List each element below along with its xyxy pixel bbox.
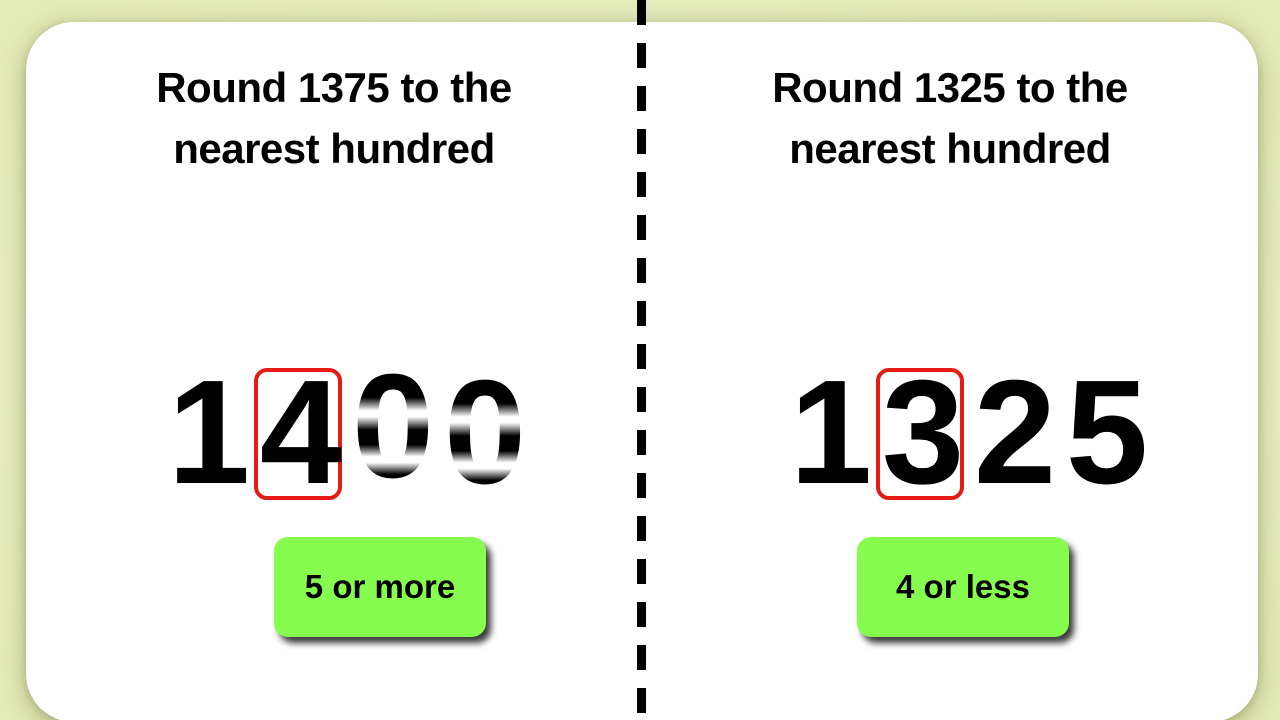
digit-glyph: 2 — [973, 350, 1056, 515]
panel-left-rule-label: 5 or more — [304, 568, 456, 605]
panel-right-rule-label: 4 or less — [896, 568, 1030, 605]
panel-left: Round 1375 to the nearest hundred 1400 5… — [26, 22, 642, 720]
digit-left-3: 0 — [438, 350, 530, 515]
digit-left-2: 0 — [346, 353, 438, 512]
digit-glyph: 0 — [351, 344, 434, 509]
digit-glyph: 4 — [259, 350, 342, 515]
digit-glyph: 1 — [167, 350, 250, 515]
digit-right-0: 1 — [784, 350, 876, 515]
digit-right-3: 5 — [1060, 350, 1152, 515]
digit-left-1-highlighted: 4 — [254, 350, 346, 515]
digit-right-2: 2 — [968, 350, 1060, 515]
digit-glyph: 0 — [443, 350, 526, 515]
panel-left-rule-pill[interactable]: 5 or more — [274, 537, 486, 637]
digit-right-1-highlighted: 3 — [876, 350, 968, 515]
digit-glyph: 5 — [1065, 350, 1148, 515]
panel-right-rule-pill[interactable]: 4 or less — [857, 537, 1069, 637]
panel-left-title: Round 1375 to the nearest hundred — [156, 64, 512, 172]
digit-glyph: 3 — [881, 350, 964, 515]
digit-glyph: 1 — [789, 350, 872, 515]
digit-left-0: 1 — [162, 350, 254, 515]
panel-right: Round 1325 to the nearest hundred 1325 4… — [642, 22, 1258, 720]
panel-right-title: Round 1325 to the nearest hundred — [772, 64, 1128, 172]
panel-left-digit-row: 1400 — [26, 350, 654, 515]
panel-right-digit-row: 1325 — [642, 350, 1276, 515]
